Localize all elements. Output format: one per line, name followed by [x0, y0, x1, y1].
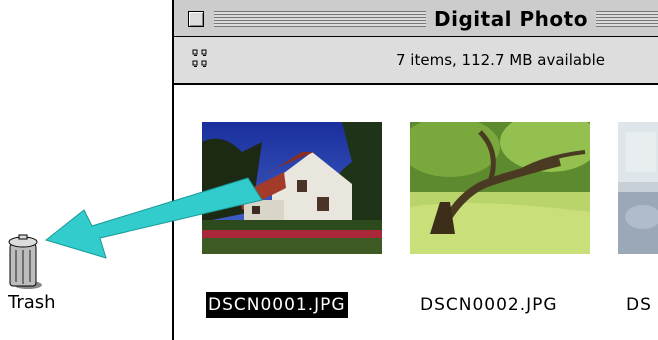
file-name-label[interactable]: DSCN0001.JPG [206, 292, 348, 318]
trash-label: Trash [8, 292, 56, 313]
status-text: 7 items, 112.7 MB available [396, 51, 605, 69]
file-name-label[interactable]: DS [626, 292, 652, 318]
file-name-label[interactable]: DSCN0002.JPG [420, 292, 558, 318]
info-bar: 7 items, 112.7 MB available [174, 37, 658, 85]
file-area: DSCN0001.JPG DSCN0002.JPG DS [174, 85, 658, 340]
finder-window: Digital Photo 7 items, 112.7 MB availabl… [172, 0, 658, 340]
photo-thumbnail-tree[interactable] [410, 122, 590, 254]
photo-thumbnail-partial[interactable] [618, 122, 658, 254]
close-box-icon[interactable] [188, 11, 204, 27]
window-title: Digital Photo [426, 6, 596, 32]
icon-view-icon[interactable] [192, 49, 212, 71]
photo-thumbnail-house[interactable] [202, 122, 382, 254]
title-bar[interactable]: Digital Photo [174, 0, 658, 37]
